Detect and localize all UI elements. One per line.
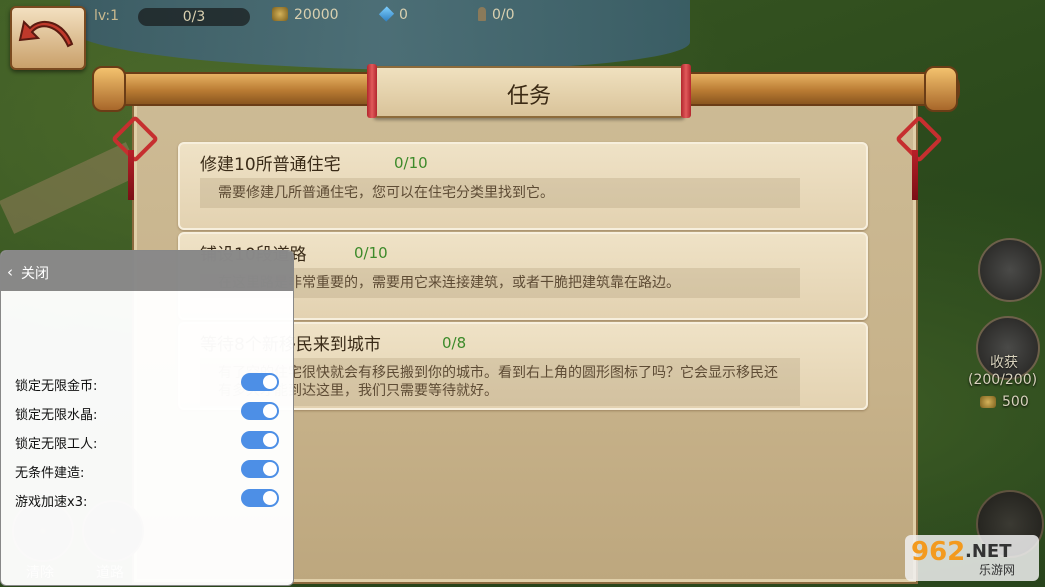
watermark-number: 962 xyxy=(911,537,966,567)
scroll-end-right xyxy=(924,66,958,112)
cheat-menu-close-bar[interactable]: ‹ 关闭 xyxy=(1,251,293,291)
level-label: lv:1 xyxy=(94,8,120,24)
option-label-workers: 锁定无限工人: xyxy=(15,437,98,452)
task-card[interactable]: 修建10所普通住宅 0/10 需要修建几所普通住宅，您可以在住宅分类里找到它。 xyxy=(178,142,868,230)
back-arrow-icon xyxy=(18,20,74,48)
worker-counter: 0/0 xyxy=(478,7,515,23)
scroll-end-left xyxy=(92,66,126,112)
harvest-label: 收获 xyxy=(990,355,1018,371)
task-name: 修建10所普通住宅 xyxy=(200,155,341,175)
population-pill: 0/3 xyxy=(138,8,250,26)
crystal-counter: 0 xyxy=(378,6,408,23)
watermark-net: .NET xyxy=(965,541,1012,562)
crystal-value: 0 xyxy=(399,7,408,23)
option-label-gold: 锁定无限金币: xyxy=(15,379,98,394)
back-button[interactable] xyxy=(10,6,86,70)
close-label: 关闭 xyxy=(21,266,49,282)
option-label-speed: 游戏加速x3: xyxy=(15,495,88,510)
option-label-free-build: 无条件建造: xyxy=(15,466,85,481)
quest-title-plate: 任务 xyxy=(367,64,691,118)
task-progress: 0/8 xyxy=(442,334,467,352)
harvest-count: (200/200) xyxy=(968,372,1038,388)
worker-value: 0/0 xyxy=(492,7,515,23)
toggle-unlimited-gold[interactable] xyxy=(241,373,279,391)
population-value: 0/3 xyxy=(182,9,206,25)
coin-icon xyxy=(272,7,288,21)
gold-value: 20000 xyxy=(294,7,339,23)
coin-icon xyxy=(980,396,996,408)
toggle-unlimited-workers[interactable] xyxy=(241,431,279,449)
gold-counter: 20000 xyxy=(272,7,339,23)
task-description: 需要修建几所普通住宅，您可以在住宅分类里找到它。 xyxy=(200,178,800,208)
toggle-unlimited-crystal[interactable] xyxy=(241,402,279,420)
watermark-site: 乐游网 xyxy=(979,563,1016,577)
cheat-menu: ‹ 关闭 锁定无限金币: 锁定无限水晶: 锁定无限工人: 无条件建造: 游戏加速… xyxy=(0,250,294,586)
task-progress: 0/10 xyxy=(354,244,388,262)
chevron-left-icon: ‹ xyxy=(7,263,13,281)
quest-title: 任务 xyxy=(506,84,551,109)
harvest-coins: 500 xyxy=(1002,394,1029,410)
toggle-free-build[interactable] xyxy=(241,460,279,478)
worker-icon xyxy=(478,7,486,21)
tassel-right xyxy=(912,150,918,200)
option-label-crystal: 锁定无限水晶: xyxy=(15,408,98,423)
diamond-icon xyxy=(378,6,395,22)
advisor-avatar-button[interactable] xyxy=(978,238,1042,302)
task-progress: 0/10 xyxy=(394,154,428,172)
toggle-speed-x3[interactable] xyxy=(241,489,279,507)
site-watermark: 962 .NET 乐游网 xyxy=(905,535,1039,581)
tassel-left xyxy=(128,150,134,200)
